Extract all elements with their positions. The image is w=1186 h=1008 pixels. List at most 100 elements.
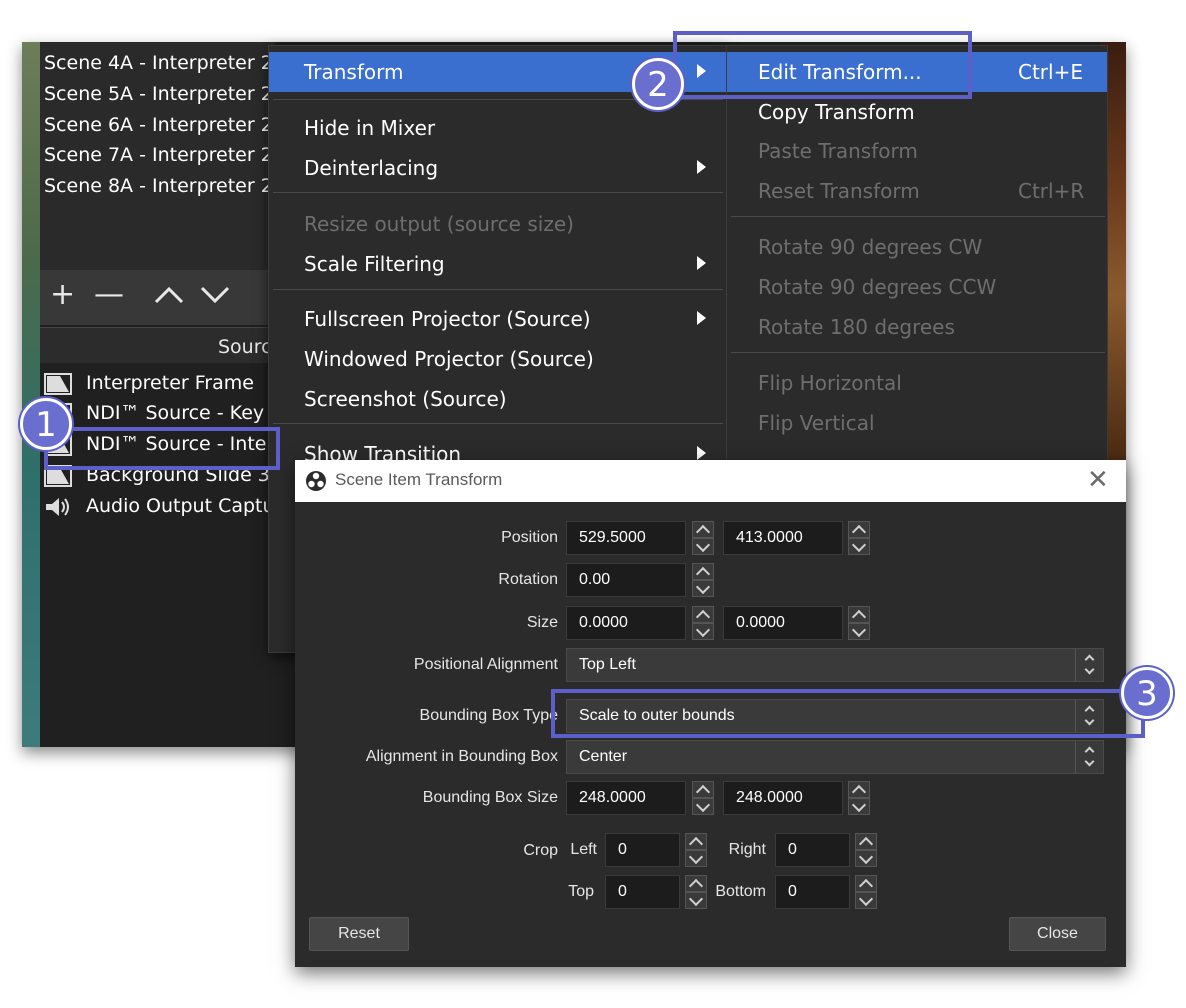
chevron-up-icon[interactable]	[692, 606, 714, 623]
menu-separator	[273, 289, 723, 290]
source-item[interactable]: NDI™ Source - Key M	[40, 399, 276, 429]
menu-label: Rotate 90 degrees CCW	[758, 275, 997, 299]
menu-label: Copy Transform	[758, 100, 915, 124]
crop-top-stepper[interactable]	[685, 875, 707, 909]
position-y-field[interactable]: 413.0000	[723, 521, 843, 555]
field-value: 248.0000	[736, 789, 803, 806]
chevron-up-icon[interactable]	[692, 563, 714, 580]
chevron-down-icon[interactable]	[692, 623, 714, 640]
size-height-field[interactable]: 0.0000	[723, 606, 843, 640]
chevron-up-icon[interactable]	[692, 521, 714, 538]
field-value: 0	[788, 883, 797, 900]
crop-bottom-stepper[interactable]	[855, 875, 877, 909]
chevron-up-icon[interactable]	[692, 781, 714, 798]
callout-highlight-edit-transform	[673, 31, 972, 99]
rotation-label: Rotation	[498, 571, 558, 588]
menu-separator	[273, 423, 723, 424]
bbox-size-label: Bounding Box Size	[422, 789, 558, 806]
menu-item-rotate-180: Rotate 180 degrees	[727, 307, 1107, 347]
reset-button[interactable]: Reset	[309, 917, 409, 951]
menu-label: Windowed Projector (Source)	[304, 347, 594, 371]
crop-right-field[interactable]: 0	[775, 833, 850, 867]
add-scene-icon[interactable]: +	[50, 280, 75, 310]
size-width-stepper[interactable]	[692, 606, 714, 640]
bbox-width-stepper[interactable]	[692, 781, 714, 815]
field-value: 0.00	[579, 571, 611, 588]
callout-number: 1	[35, 405, 57, 445]
move-up-icon[interactable]	[154, 286, 184, 304]
menu-label: Hide in Mixer	[304, 116, 436, 140]
move-down-icon[interactable]	[200, 286, 230, 304]
chevron-down-icon[interactable]	[855, 892, 877, 909]
chevron-down-icon[interactable]	[848, 798, 870, 815]
chevron-down-icon[interactable]	[685, 892, 707, 909]
bbox-height-field[interactable]: 248.0000	[723, 781, 843, 815]
menu-label: Transform	[304, 60, 404, 84]
submenu-arrow-icon	[697, 311, 706, 325]
field-value: 0.0000	[579, 614, 628, 631]
chevron-down-icon[interactable]	[692, 580, 714, 597]
chevron-down-icon[interactable]	[692, 538, 714, 555]
chevron-down-icon[interactable]	[848, 538, 870, 555]
submenu-arrow-icon	[697, 256, 706, 270]
chevron-up-icon[interactable]	[848, 521, 870, 538]
chevron-up-icon[interactable]	[685, 875, 707, 892]
chevron-down-icon[interactable]	[855, 850, 877, 867]
chevron-down-icon[interactable]	[848, 623, 870, 640]
scene-item[interactable]: Scene 7A - Interpreter 2	[44, 144, 273, 166]
position-x-stepper[interactable]	[692, 521, 714, 555]
menu-label: Rotate 180 degrees	[758, 315, 955, 339]
source-item[interactable]: Audio Output Captur	[40, 492, 276, 522]
size-width-field[interactable]: 0.0000	[566, 606, 686, 640]
rotation-field[interactable]: 0.00	[566, 563, 686, 597]
menu-label: Flip Vertical	[758, 411, 875, 435]
positional-alignment-select[interactable]: Top Left	[566, 648, 1104, 682]
menu-item-flip-horizontal: Flip Horizontal	[727, 363, 1107, 403]
crop-bottom-field[interactable]: 0	[775, 875, 850, 909]
menu-item-fullscreen-projector[interactable]: Fullscreen Projector (Source)	[269, 299, 727, 339]
alignment-in-bbox-select[interactable]: Center	[566, 740, 1104, 774]
remove-scene-icon[interactable]: —	[94, 280, 124, 310]
chevron-down-icon[interactable]	[692, 798, 714, 815]
menu-item-hide-in-mixer[interactable]: Hide in Mixer	[269, 108, 727, 148]
scene-item[interactable]: Scene 4A - Interpreter 2	[44, 52, 273, 74]
transform-submenu: Edit Transform... Ctrl+E Copy Transform …	[726, 45, 1108, 465]
menu-label: Deinterlacing	[304, 156, 439, 180]
sources-dock-header: Sourc	[40, 327, 275, 363]
sources-list: Interpreter Frame NDI™ Source - Key M ND…	[40, 363, 276, 747]
menu-item-screenshot[interactable]: Screenshot (Source)	[269, 379, 727, 419]
preview-canvas-left	[22, 42, 40, 747]
position-y-stepper[interactable]	[848, 521, 870, 555]
dialog-titlebar: Scene Item Transform ✕	[295, 460, 1126, 502]
bbox-height-stepper[interactable]	[848, 781, 870, 815]
chevron-up-icon[interactable]	[685, 833, 707, 850]
image-icon	[44, 373, 72, 395]
bbox-width-field[interactable]: 248.0000	[566, 781, 686, 815]
crop-right-stepper[interactable]	[855, 833, 877, 867]
chevron-up-icon[interactable]	[855, 833, 877, 850]
scene-item[interactable]: Scene 6A - Interpreter 2	[44, 114, 273, 136]
menu-item-deinterlacing[interactable]: Deinterlacing	[269, 148, 727, 188]
chevron-up-icon[interactable]	[848, 781, 870, 798]
menu-item-resize-output: Resize output (source size)	[269, 204, 727, 244]
menu-item-scale-filtering[interactable]: Scale Filtering	[269, 244, 727, 284]
chevron-up-icon[interactable]	[855, 875, 877, 892]
rotation-stepper[interactable]	[692, 563, 714, 597]
speaker-icon	[46, 498, 69, 516]
crop-left-stepper[interactable]	[685, 833, 707, 867]
scene-item[interactable]: Scene 5A - Interpreter 2	[44, 83, 273, 105]
menu-label: Paste Transform	[758, 139, 918, 163]
crop-top-field[interactable]: 0	[605, 875, 680, 909]
close-icon[interactable]: ✕	[1087, 465, 1109, 495]
source-item[interactable]: Interpreter Frame	[40, 369, 275, 399]
menu-item-windowed-projector[interactable]: Windowed Projector (Source)	[269, 339, 727, 379]
scene-item[interactable]: Scene 8A - Interpreter 2	[44, 175, 273, 197]
position-x-field[interactable]: 529.5000	[566, 521, 686, 555]
menu-label: Flip Horizontal	[758, 371, 902, 395]
chevron-down-icon[interactable]	[685, 850, 707, 867]
chevron-up-icon[interactable]	[848, 606, 870, 623]
size-height-stepper[interactable]	[848, 606, 870, 640]
crop-left-field[interactable]: 0	[605, 833, 680, 867]
menu-separator	[731, 352, 1105, 353]
close-button[interactable]: Close	[1009, 917, 1106, 951]
